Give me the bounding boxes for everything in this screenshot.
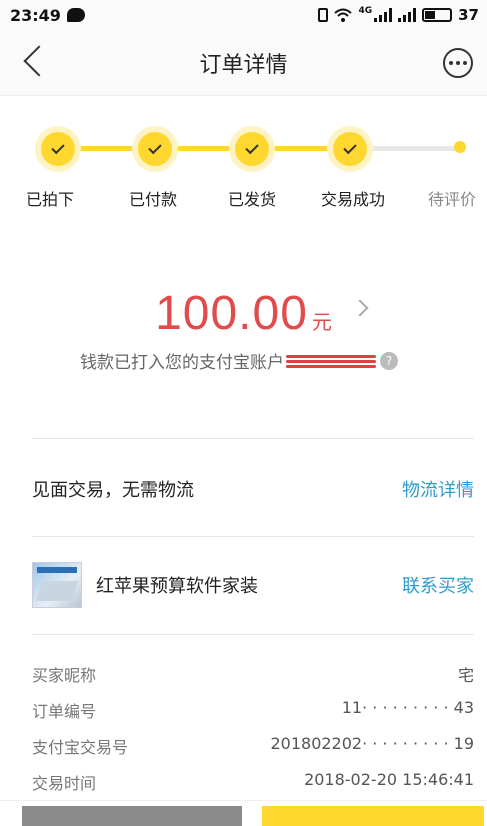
step-marker-4: [327, 126, 373, 172]
status-time: 23:49: [10, 5, 61, 25]
product-thumbnail[interactable]: [32, 562, 82, 608]
order-progress: 已拍下 已付款 已发货 交易成功 待评价: [0, 96, 487, 226]
check-icon: [245, 140, 259, 155]
signal-icon-1: [374, 8, 393, 22]
step-marker-1: [35, 126, 81, 172]
logistics-detail-link[interactable]: 物流详情: [402, 476, 474, 502]
redacted-account: [286, 353, 376, 369]
check-icon: [51, 140, 65, 155]
signal-icon-2: [398, 8, 417, 22]
shipping-row: 见面交易，无需物流 物流详情: [32, 476, 474, 502]
detail-label: 订单编号: [32, 702, 97, 721]
product-name: 红苹果预算软件家装: [96, 576, 258, 597]
divider: [32, 438, 474, 439]
detail-row-order-no: 订单编号 11· · · · · · · · · 43: [32, 698, 474, 722]
check-icon: [148, 140, 162, 155]
divider: [32, 634, 474, 635]
vibrate-icon: [318, 8, 329, 22]
detail-value: 11· · · · · · · · · 43: [341, 698, 474, 717]
divider: [32, 536, 474, 537]
amount-section[interactable]: 100.00 元: [0, 286, 487, 341]
back-arrow-icon[interactable]: [23, 45, 55, 77]
network-type-label: 4G: [358, 6, 373, 16]
step-label-2: 已付款: [128, 190, 178, 209]
nav-header: 订单详情: [0, 30, 487, 96]
shipping-text: 见面交易，无需物流: [32, 480, 194, 501]
primary-action-button[interactable]: [262, 806, 484, 826]
status-icons: 4G 37: [318, 6, 479, 24]
step-label-3: 已发货: [227, 190, 277, 209]
step-marker-2: [132, 126, 178, 172]
detail-value: 201802202· · · · · · · · · 19: [270, 734, 474, 753]
contact-buyer-link[interactable]: 联系买家: [402, 572, 474, 598]
step-marker-3: [229, 126, 275, 172]
chat-notification-icon: [66, 8, 85, 22]
check-icon: [343, 140, 357, 155]
detail-row-alipay-no: 支付宝交易号 201802202· · · · · · · · · 19: [32, 734, 474, 758]
payment-note-text: 钱款已打入您的支付宝账户: [80, 353, 284, 373]
page-title: 订单详情: [199, 52, 288, 78]
help-icon[interactable]: ?: [380, 351, 398, 370]
detail-row-time: 交易时间 2018-02-20 15:46:41: [32, 770, 474, 794]
step-label-5: 待评价: [427, 190, 477, 209]
payment-note: 钱款已打入您的支付宝账户 ?: [80, 348, 398, 373]
detail-value: 2018-02-20 15:46:41: [304, 770, 474, 789]
detail-label: 支付宝交易号: [32, 738, 129, 757]
detail-label: 交易时间: [32, 774, 97, 793]
secondary-action-button[interactable]: [22, 806, 242, 826]
detail-label: 买家昵称: [32, 666, 97, 685]
progress-track-done: [58, 146, 350, 151]
amount-unit: 元: [311, 310, 332, 334]
wifi-icon: [334, 8, 353, 22]
step-label-4: 交易成功: [320, 190, 386, 209]
status-bar: 23:49 4G 37: [0, 0, 487, 30]
step-label-1: 已拍下: [25, 190, 75, 209]
step-marker-5: [454, 141, 466, 153]
detail-value: 宅: [457, 666, 474, 685]
battery-level: 37: [458, 6, 479, 24]
detail-row-buyer: 买家昵称 宅: [32, 662, 474, 686]
battery-icon: [422, 8, 453, 22]
more-options-icon[interactable]: [443, 48, 473, 78]
product-row[interactable]: 红苹果预算软件家装 联系买家: [32, 562, 474, 608]
amount-value: 100.00: [155, 287, 308, 340]
